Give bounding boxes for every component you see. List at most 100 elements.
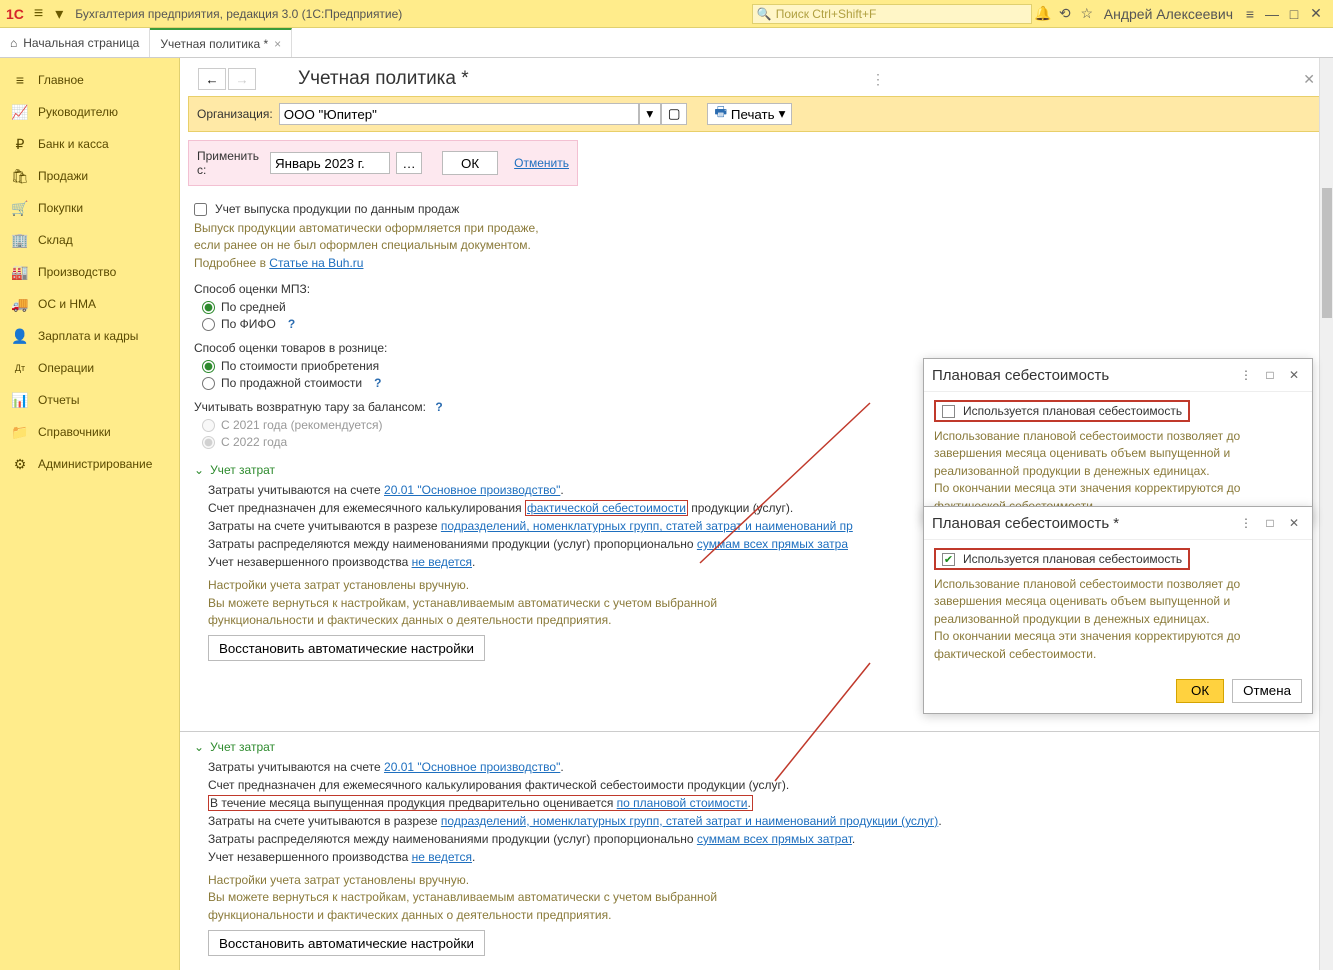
sidebar-item-label: Покупки [38, 201, 83, 215]
apply-date-picker[interactable]: … [396, 152, 422, 174]
sidebar-item-manager[interactable]: 📈Руководителю [0, 96, 179, 128]
close-window-icon[interactable]: ✕ [1305, 3, 1327, 25]
tab-row: ⌂ Начальная страница Учетная политика * … [0, 28, 1333, 58]
tab-home[interactable]: ⌂ Начальная страница [0, 28, 150, 57]
chart-icon: 📈 [10, 104, 30, 121]
sidebar-item-refs[interactable]: 📁Справочники [0, 416, 179, 448]
minimize-icon[interactable]: — [1261, 3, 1283, 25]
sidebar-item-label: Банк и касса [38, 137, 109, 151]
sidebar-item-label: Продажи [38, 169, 88, 183]
bell-icon[interactable]: 🔔 [1032, 3, 1054, 25]
sidebar-item-purchases[interactable]: 🛒 Покупки [0, 192, 179, 224]
checkbox-checked-icon[interactable]: ✔ [942, 553, 955, 566]
restore-auto-button[interactable]: Восстановить автоматические настройки [208, 635, 485, 661]
popup-cancel-button[interactable]: Отмена [1232, 679, 1302, 703]
popup-close-icon[interactable]: ✕ [1284, 513, 1304, 533]
forward-button[interactable]: → [228, 68, 256, 90]
popup-checkbox-row[interactable]: Используется плановая себестоимость [934, 400, 1190, 422]
cart-icon: 🛒 [10, 200, 30, 217]
maximize-icon[interactable]: □ [1283, 3, 1305, 25]
radio-label: По стоимости приобретения [221, 359, 379, 373]
list-icon: ≡ [10, 72, 30, 88]
sidebar-item-label: Отчеты [38, 393, 79, 407]
sidebar-item-label: Производство [38, 265, 116, 279]
radio-label: По продажной стоимости [221, 376, 362, 390]
checkbox-label: Учет выпуска продукции по данным продаж [215, 202, 459, 216]
distribution-link-2[interactable]: суммам всех прямых затрат [697, 832, 852, 846]
sidebar-item-admin[interactable]: ⚙Администрирование [0, 448, 179, 480]
sidebar-item-production[interactable]: 🏭Производство [0, 256, 179, 288]
org-open-button[interactable]: ▢ [661, 103, 688, 125]
print-label: Печать [731, 107, 775, 122]
popup-body: Используется плановая себестоимость Испо… [924, 392, 1312, 523]
help-icon[interactable]: ? [288, 317, 295, 331]
sidebar-item-bank[interactable]: ₽Банк и касса [0, 128, 179, 160]
sidebar-item-label: Склад [38, 233, 73, 247]
popup-maximize-icon[interactable]: □ [1260, 365, 1280, 385]
history-icon[interactable]: ⟲ [1054, 3, 1076, 25]
search-input[interactable]: 🔍 Поиск Ctrl+Shift+F [752, 4, 1032, 24]
checkbox-icon[interactable] [942, 405, 955, 418]
plan-cost-link[interactable]: по плановой стоимости [617, 796, 748, 810]
apply-date-input[interactable] [270, 152, 390, 174]
account-link[interactable]: 20.01 "Основное производство" [384, 760, 560, 774]
apply-ok-button[interactable]: ОК [442, 151, 498, 175]
sidebar-item-hr[interactable]: 👤Зарплата и кадры [0, 320, 179, 352]
checkbox[interactable] [194, 203, 207, 216]
sidebar-item-assets[interactable]: 🚚ОС и НМА [0, 288, 179, 320]
sidebar-item-reports[interactable]: 📊Отчеты [0, 384, 179, 416]
sidebar: ≡ Главное 📈Руководителю ₽Банк и касса 🛍Пр… [0, 58, 180, 970]
search-icon: 🔍 [757, 7, 772, 21]
tab-active[interactable]: Учетная политика * × [150, 28, 292, 57]
popup-checkbox-label: Используется плановая себестоимость [963, 552, 1182, 566]
dropdown-icon[interactable]: ▾ [55, 4, 63, 24]
sidebar-item-sales[interactable]: 🛍Продажи [0, 160, 179, 192]
scrollbar[interactable] [1319, 58, 1333, 970]
popup-close-icon[interactable]: ✕ [1284, 365, 1304, 385]
cost-section-toggle-2[interactable]: ⌄Учет затрат [194, 740, 1319, 754]
sections-link-2[interactable]: подразделений, номенклатурных групп, ста… [441, 814, 938, 828]
org-dropdown-button[interactable]: ▾ [639, 103, 661, 125]
scroll-thumb[interactable] [1322, 188, 1332, 318]
popup-more-icon[interactable]: ⋮ [1236, 365, 1256, 385]
org-input[interactable] [279, 103, 639, 125]
hamburger-icon[interactable]: ≡ [34, 5, 43, 23]
popup-ok-button[interactable]: ОК [1176, 679, 1224, 703]
star-icon[interactable]: ☆ [1076, 3, 1098, 25]
settings-icon[interactable]: ≡ [1239, 3, 1261, 25]
sidebar-item-main[interactable]: ≡ Главное [0, 64, 179, 96]
sidebar-item-operations[interactable]: ДтОперации [0, 352, 179, 384]
building-icon: 🏢 [10, 232, 30, 249]
close-icon[interactable]: × [274, 37, 281, 51]
radio-mpz-fifo[interactable]: По ФИФО? [202, 317, 1319, 331]
actual-cost-link[interactable]: фактической себестоимости [527, 501, 686, 515]
account-link[interactable]: 20.01 "Основное производство" [384, 483, 560, 497]
popup-body: ✔ Используется плановая себестоимость Ис… [924, 540, 1312, 671]
popup-maximize-icon[interactable]: □ [1260, 513, 1280, 533]
sidebar-item-label: Главное [38, 73, 84, 87]
more-icon[interactable]: ⋮ [871, 71, 885, 88]
user-name[interactable]: Андрей Алексеевич [1098, 3, 1239, 25]
distribution-link[interactable]: суммам всех прямых затра [697, 537, 848, 551]
popup-checkbox-row-checked[interactable]: ✔ Используется плановая себестоимость [934, 548, 1190, 570]
page-close-icon[interactable]: ✕ [1303, 71, 1315, 88]
apply-cancel-link[interactable]: Отменить [514, 156, 569, 170]
wip-link[interactable]: не ведется [412, 555, 472, 569]
print-button[interactable]: 🖶 Печать ▾ [707, 103, 792, 125]
popup-more-icon[interactable]: ⋮ [1236, 513, 1256, 533]
sidebar-item-label: Администрирование [38, 457, 152, 471]
help-icon[interactable]: ? [374, 376, 381, 390]
radio-mpz-avg[interactable]: По средней [202, 300, 1319, 314]
radio-label: По средней [221, 300, 286, 314]
sections-link[interactable]: подразделений, номенклатурных групп, ста… [441, 519, 853, 533]
sidebar-item-warehouse[interactable]: 🏢 Склад [0, 224, 179, 256]
wip-link-2[interactable]: не ведется [412, 850, 472, 864]
radio-label: С 2021 года (рекомендуется) [221, 418, 383, 432]
search-placeholder: Поиск Ctrl+Shift+F [776, 7, 877, 21]
checkbox-output-by-sales[interactable]: Учет выпуска продукции по данным продаж [194, 202, 1319, 216]
apply-bar: Применить с: … ОК Отменить [188, 140, 578, 186]
back-button[interactable]: ← [198, 68, 226, 90]
restore-auto-button-2[interactable]: Восстановить автоматические настройки [208, 930, 485, 956]
buh-link[interactable]: Статье на Buh.ru [269, 256, 363, 270]
help-icon[interactable]: ? [435, 400, 442, 414]
